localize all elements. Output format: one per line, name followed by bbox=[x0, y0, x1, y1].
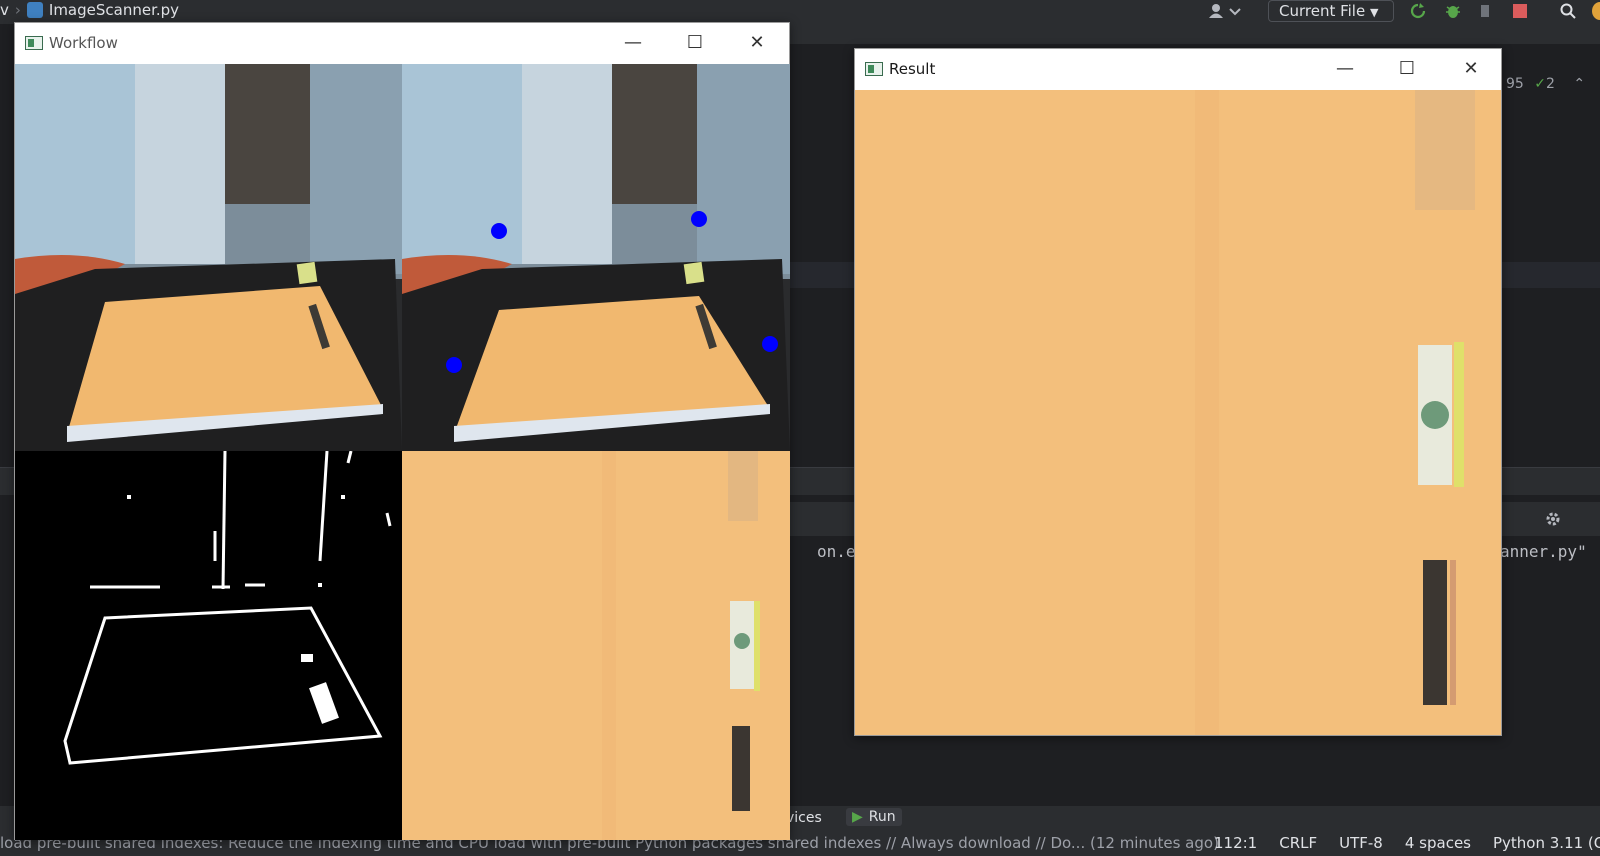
coverage-icon[interactable] bbox=[1478, 3, 1494, 19]
warped-document-image bbox=[402, 451, 790, 840]
indent-setting[interactable]: 4 spaces bbox=[1405, 834, 1471, 852]
corner-point bbox=[691, 211, 707, 227]
canny-edges-image bbox=[15, 451, 402, 840]
python-interpreter[interactable]: Python 3.11 (Openc bbox=[1493, 834, 1600, 852]
app-icon bbox=[25, 35, 43, 50]
search-icon[interactable] bbox=[1560, 3, 1576, 19]
minimize-button[interactable]: — bbox=[1315, 49, 1375, 88]
corner-point bbox=[762, 336, 778, 352]
caret-position[interactable]: 112:1 bbox=[1214, 834, 1257, 852]
python-file-icon bbox=[26, 2, 43, 18]
run-config-dropdown[interactable]: Current File ▼ bbox=[1268, 0, 1394, 22]
workflow-title-bar[interactable]: Workflow — ☐ ✕ bbox=[15, 23, 789, 62]
original-image bbox=[15, 64, 402, 451]
gear-icon[interactable] bbox=[1544, 510, 1562, 528]
stop-icon[interactable] bbox=[1512, 3, 1528, 19]
window-title: Result bbox=[889, 59, 936, 78]
minimize-button[interactable]: — bbox=[603, 23, 663, 62]
result-title-bar[interactable]: Result — ☐ ✕ bbox=[855, 49, 1501, 88]
workflow-window[interactable]: Workflow — ☐ ✕ bbox=[14, 22, 790, 840]
close-button[interactable]: ✕ bbox=[727, 23, 787, 62]
result-document-image bbox=[855, 90, 1501, 735]
result-window[interactable]: Result — ☐ ✕ bbox=[854, 48, 1502, 736]
file-encoding[interactable]: UTF-8 bbox=[1339, 834, 1383, 852]
line-separator[interactable]: CRLF bbox=[1279, 834, 1317, 852]
tab-services[interactable]: vices bbox=[786, 810, 822, 826]
contour-corners-image bbox=[402, 64, 790, 451]
maximize-button[interactable]: ☐ bbox=[665, 23, 725, 62]
breadcrumb[interactable]: v › ImageScanner.py bbox=[0, 1, 179, 19]
user-icon[interactable] bbox=[1208, 3, 1242, 19]
rerun-icon[interactable] bbox=[1410, 3, 1426, 19]
debug-icon[interactable] bbox=[1445, 3, 1461, 19]
close-button[interactable]: ✕ bbox=[1441, 49, 1501, 88]
app-icon bbox=[865, 61, 883, 76]
update-badge-icon[interactable] bbox=[1592, 2, 1600, 20]
run-icon: ▶ bbox=[852, 809, 863, 825]
console-line: anner.py" bbox=[1500, 542, 1587, 561]
window-title: Workflow bbox=[49, 33, 118, 52]
inspection-widget[interactable]: 95 ✓2 ⌃ bbox=[1506, 76, 1585, 92]
corner-point bbox=[446, 357, 462, 373]
breadcrumb-file[interactable]: ImageScanner.py bbox=[49, 1, 179, 19]
corner-point bbox=[491, 223, 507, 239]
maximize-button[interactable]: ☐ bbox=[1377, 49, 1437, 88]
ide-top-bar: v › ImageScanner.py Current File ▼ bbox=[0, 0, 1600, 24]
tab-run[interactable]: ▶ Run bbox=[846, 808, 902, 826]
